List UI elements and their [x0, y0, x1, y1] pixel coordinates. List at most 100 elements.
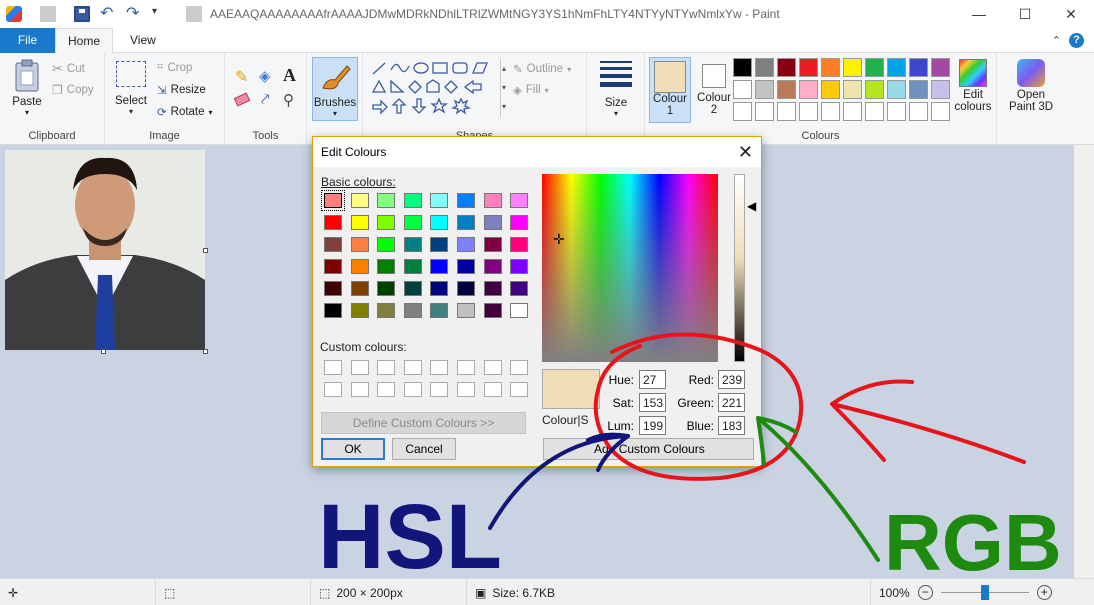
customize-toolbar-icon[interactable]: ▾	[152, 6, 168, 22]
palette-swatch[interactable]	[777, 102, 796, 121]
basic-colour-swatch[interactable]	[510, 259, 529, 274]
resize-button[interactable]: ⇲ Resize	[157, 83, 206, 97]
custom-colour-swatch[interactable]	[377, 360, 396, 375]
basic-colour-swatch[interactable]	[350, 259, 369, 274]
basic-colour-swatch[interactable]	[321, 190, 345, 211]
palette-swatch[interactable]	[865, 102, 884, 121]
basic-colour-swatch[interactable]	[456, 303, 475, 318]
maximize-button[interactable]: ☐	[1002, 0, 1048, 28]
redo-icon[interactable]: ↷	[126, 6, 142, 22]
undo-icon[interactable]: ↶	[100, 6, 116, 22]
tab-view[interactable]: View	[116, 28, 170, 53]
edit-colours-button[interactable]: Edit colours	[952, 59, 994, 113]
text-tool-icon[interactable]: A	[283, 65, 296, 86]
basic-colour-swatch[interactable]	[350, 237, 369, 252]
magnifier-icon[interactable]: ⚲	[283, 91, 294, 109]
basic-colour-swatch[interactable]	[324, 281, 342, 296]
fill-bucket-icon[interactable]: ◈	[259, 67, 271, 85]
basic-colour-swatch[interactable]	[350, 303, 369, 318]
basic-colour-swatch[interactable]	[377, 303, 396, 318]
cut-button[interactable]: ✂ Cut	[52, 61, 85, 77]
basic-colour-swatch[interactable]	[350, 215, 369, 230]
zoom-in-icon[interactable]: +	[1036, 585, 1052, 600]
palette-swatch[interactable]	[733, 80, 752, 99]
basic-colour-swatch[interactable]	[430, 303, 449, 318]
palette-swatch[interactable]	[821, 58, 840, 77]
hue-field[interactable]: 27	[639, 370, 666, 389]
custom-colour-swatch[interactable]	[430, 360, 449, 375]
basic-colour-swatch[interactable]	[430, 193, 449, 208]
help-icon[interactable]: ?	[1069, 33, 1084, 48]
close-button[interactable]: ✕	[1048, 0, 1094, 28]
basic-colour-swatch[interactable]	[483, 237, 502, 252]
luminance-slider[interactable]	[734, 174, 745, 362]
basic-colour-swatch[interactable]	[456, 259, 475, 274]
colour-2-button[interactable]: Colour 2	[693, 57, 735, 123]
palette-swatch[interactable]	[799, 80, 818, 99]
eraser-icon[interactable]	[233, 92, 251, 107]
palette-swatch[interactable]	[887, 102, 906, 121]
green-field[interactable]: 221	[718, 393, 745, 412]
paint-app-icon[interactable]	[6, 6, 22, 22]
basic-colour-swatch[interactable]	[430, 215, 449, 230]
basic-colour-swatch[interactable]	[510, 281, 529, 296]
vertical-scrollbar[interactable]	[1074, 145, 1094, 578]
palette-swatch[interactable]	[865, 58, 884, 77]
palette-swatch[interactable]	[909, 58, 928, 77]
save-icon[interactable]	[74, 6, 90, 22]
custom-colour-swatch[interactable]	[403, 360, 422, 375]
basic-colour-swatch[interactable]	[350, 193, 369, 208]
define-custom-colours-button[interactable]: Define Custom Colours >>	[321, 412, 526, 434]
outline-button[interactable]: ✎ Outline ▾	[513, 62, 571, 76]
palette-swatch[interactable]	[821, 102, 840, 121]
basic-colour-swatch[interactable]	[483, 193, 502, 208]
basic-colour-swatch[interactable]	[456, 215, 475, 230]
tab-home[interactable]: Home	[55, 28, 113, 54]
basic-colour-swatch[interactable]	[377, 281, 396, 296]
palette-swatch[interactable]	[755, 80, 774, 99]
palette-swatch[interactable]	[931, 80, 950, 99]
palette-swatch[interactable]	[755, 58, 774, 77]
basic-colour-swatch[interactable]	[403, 193, 422, 208]
basic-colour-swatch[interactable]	[483, 303, 502, 318]
basic-colour-swatch[interactable]	[483, 215, 502, 230]
custom-colour-swatch[interactable]	[456, 382, 475, 397]
copy-button[interactable]: ❐ Copy	[52, 83, 94, 97]
cancel-button[interactable]: Cancel	[392, 438, 456, 460]
blue-field[interactable]: 183	[718, 416, 745, 435]
luminance-arrow-icon[interactable]: ◀	[747, 199, 756, 213]
basic-colour-swatch[interactable]	[456, 193, 475, 208]
palette-swatch[interactable]	[909, 80, 928, 99]
shapes-scroll[interactable]: ▴ ▾ ▾	[500, 59, 508, 117]
palette-swatch[interactable]	[799, 58, 818, 77]
palette-swatch[interactable]	[777, 58, 796, 77]
basic-colour-swatch[interactable]	[510, 215, 529, 230]
red-field[interactable]: 239	[718, 370, 745, 389]
colour-spectrum[interactable]	[542, 174, 718, 362]
custom-colour-swatch[interactable]	[403, 382, 422, 397]
basic-colour-swatch[interactable]	[403, 259, 422, 274]
sat-field[interactable]: 153	[639, 393, 666, 412]
size-button[interactable]: Size ▾	[593, 61, 639, 118]
select-button[interactable]: Select ▾	[111, 61, 151, 116]
custom-colour-swatch[interactable]	[456, 360, 475, 375]
minimize-button[interactable]: —	[956, 0, 1002, 28]
resize-handle-right[interactable]	[203, 248, 208, 253]
colour-1-button[interactable]: Colour 1	[649, 57, 691, 123]
basic-colour-swatch[interactable]	[377, 193, 396, 208]
zoom-slider-thumb[interactable]	[980, 585, 989, 600]
custom-colour-swatch[interactable]	[377, 382, 396, 397]
canvas-image[interactable]	[5, 150, 205, 350]
crop-button[interactable]: ⌗ Crop	[157, 61, 192, 74]
palette-swatch[interactable]	[843, 102, 862, 121]
palette-swatch[interactable]	[887, 80, 906, 99]
palette-swatch[interactable]	[843, 80, 862, 99]
basic-colour-swatch[interactable]	[483, 281, 502, 296]
dialog-close-icon[interactable]: ✕	[738, 142, 753, 163]
brushes-button[interactable]: Brushes ▾	[312, 57, 358, 121]
custom-colour-swatch[interactable]	[350, 382, 369, 397]
add-to-custom-colours-button[interactable]: Ad Custom Colours	[543, 438, 754, 460]
palette-swatch[interactable]	[733, 58, 752, 77]
palette-swatch[interactable]	[931, 102, 950, 121]
ok-button[interactable]: OK	[321, 438, 385, 460]
